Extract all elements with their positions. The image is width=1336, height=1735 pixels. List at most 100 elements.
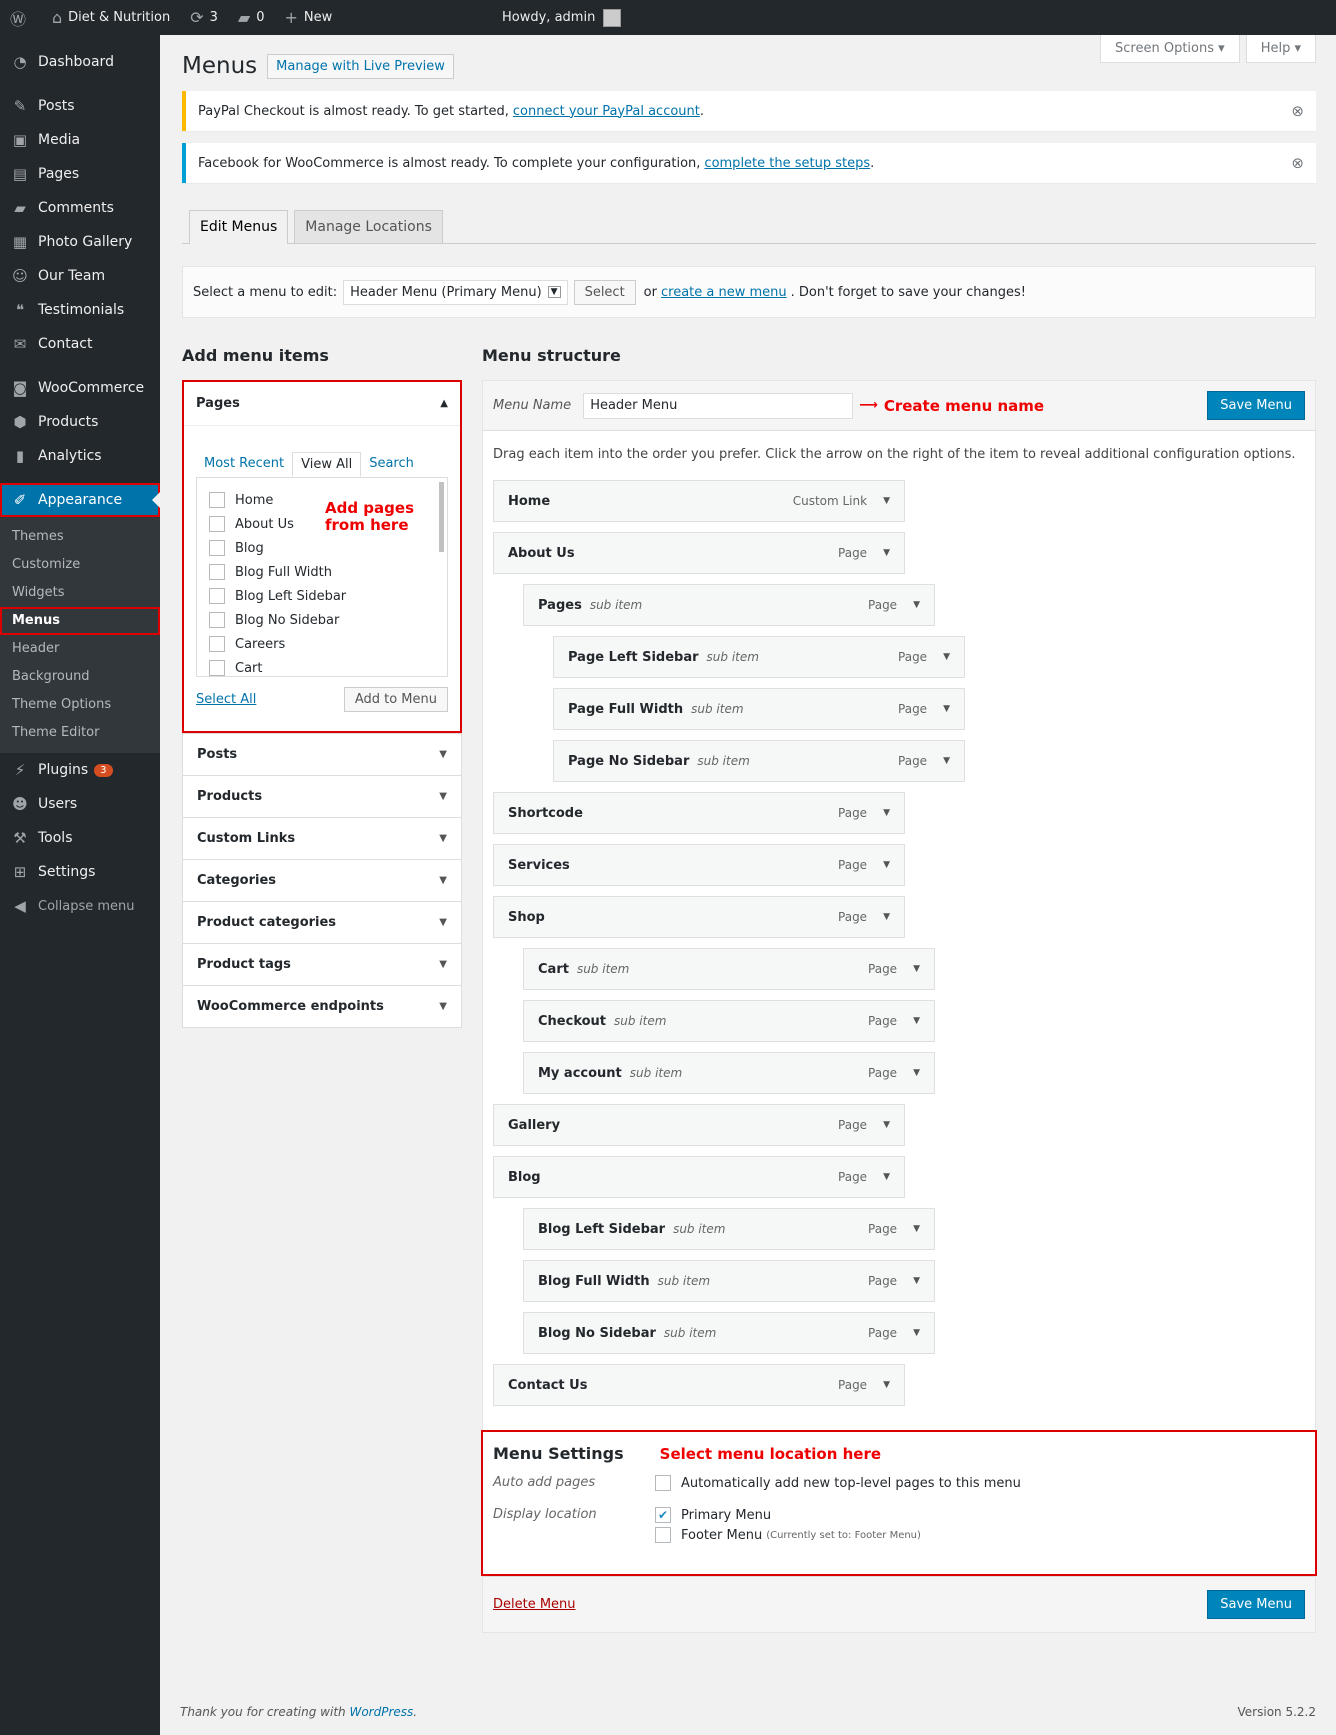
list-item[interactable]: Blog No Sidebar [209, 608, 435, 632]
sidebar-item-testimonials[interactable]: ❝ Testimonials [0, 293, 160, 327]
sidebar-item-posts[interactable]: ✎ Posts [0, 89, 160, 123]
caret-down-icon[interactable]: ▼ [913, 1224, 920, 1234]
menu-item[interactable]: Page Left Sidebar sub item Page ▼ [553, 636, 965, 678]
menu-item[interactable]: Contact Us Page ▼ [493, 1364, 905, 1406]
menu-item[interactable]: Shortcode Page ▼ [493, 792, 905, 834]
caret-down-icon[interactable]: ▼ [913, 964, 920, 974]
save-menu-button-bottom[interactable]: Save Menu [1207, 1590, 1305, 1619]
list-item[interactable]: Blog [209, 536, 435, 560]
dismiss-icon[interactable]: ⊗ [1291, 154, 1304, 172]
sidebar-item-analytics[interactable]: ▮ Analytics [0, 439, 160, 473]
checkbox[interactable] [209, 540, 225, 556]
save-menu-button[interactable]: Save Menu [1207, 391, 1305, 420]
create-menu-link[interactable]: create a new menu [661, 285, 787, 300]
tab-most-recent[interactable]: Most Recent [196, 452, 292, 477]
caret-down-icon[interactable]: ▼ [883, 1380, 890, 1390]
checkbox[interactable] [209, 588, 225, 604]
sidebar-item-comments[interactable]: ▰ Comments [0, 191, 160, 225]
caret-down-icon[interactable]: ▼ [883, 548, 890, 558]
add-to-menu-button[interactable]: Add to Menu [343, 687, 448, 712]
sidebar-item-woocommerce[interactable]: ◙ WooCommerce [0, 371, 160, 405]
pages-list[interactable]: Home About Us Blog Blog Full Width Blog … [196, 477, 448, 677]
caret-down-icon[interactable]: ▼ [883, 912, 890, 922]
dismiss-icon[interactable]: ⊗ [1291, 102, 1304, 120]
sidebar-item-products[interactable]: ⬢ Products [0, 405, 160, 439]
list-item[interactable]: Blog Full Width [209, 560, 435, 584]
menu-item[interactable]: About Us Page ▼ [493, 532, 905, 574]
live-preview-button[interactable]: Manage with Live Preview [267, 53, 454, 79]
sidebar-item-appearance[interactable]: ✐ Appearance [0, 483, 160, 517]
collapse-menu-button[interactable]: ◀ Collapse menu [0, 889, 160, 923]
sidebar-item-plugins[interactable]: ⚡ Plugins 3 [0, 753, 160, 787]
sidebar-item-media[interactable]: ▣ Media [0, 123, 160, 157]
screen-options-button[interactable]: Screen Options ▾ [1100, 35, 1240, 63]
accordion-posts[interactable]: Posts ▼ [182, 733, 462, 776]
caret-down-icon[interactable]: ▼ [883, 496, 890, 506]
menu-item[interactable]: Page Full Width sub item Page ▼ [553, 688, 965, 730]
wordpress-link[interactable]: WordPress [349, 1705, 413, 1719]
delete-menu-link[interactable]: Delete Menu [493, 1597, 576, 1612]
menu-item[interactable]: Shop Page ▼ [493, 896, 905, 938]
menu-item[interactable]: Cart sub item Page ▼ [523, 948, 935, 990]
paypal-connect-link[interactable]: connect your PayPal account [513, 104, 700, 119]
sidebar-item-contact[interactable]: ✉ Contact [0, 327, 160, 361]
accordion-custom-links[interactable]: Custom Links ▼ [182, 817, 462, 860]
checkbox[interactable] [209, 516, 225, 532]
checkbox[interactable] [209, 660, 225, 676]
tab-search[interactable]: Search [361, 452, 422, 477]
list-scrollbar[interactable] [439, 482, 444, 552]
sidebar-item-our-team[interactable]: ☺ Our Team [0, 259, 160, 293]
sidebar-item-photo-gallery[interactable]: ▦ Photo Gallery [0, 225, 160, 259]
checkbox[interactable] [209, 612, 225, 628]
caret-down-icon[interactable]: ▼ [913, 1328, 920, 1338]
accordion-product-categories[interactable]: Product categories ▼ [182, 901, 462, 944]
caret-down-icon[interactable]: ▼ [883, 808, 890, 818]
caret-down-icon[interactable]: ▼ [943, 704, 950, 714]
submenu-theme-options[interactable]: Theme Options [0, 691, 160, 719]
sidebar-item-users[interactable]: ☻ Users [0, 787, 160, 821]
accordion-categories[interactable]: Categories ▼ [182, 859, 462, 902]
caret-down-icon[interactable]: ▼ [883, 1172, 890, 1182]
caret-down-icon[interactable]: ▼ [883, 1120, 890, 1130]
menu-select[interactable]: Header Menu (Primary Menu) ▼ [343, 279, 568, 305]
menu-item[interactable]: Page No Sidebar sub item Page ▼ [553, 740, 965, 782]
menu-item[interactable]: My account sub item Page ▼ [523, 1052, 935, 1094]
menu-item[interactable]: Gallery Page ▼ [493, 1104, 905, 1146]
account-menu[interactable]: Howdy, admin [502, 8, 1336, 27]
sidebar-item-settings[interactable]: ⊞ Settings [0, 855, 160, 889]
submenu-menus[interactable]: Menus [0, 607, 160, 635]
caret-down-icon[interactable]: ▼ [913, 1276, 920, 1286]
caret-down-icon[interactable]: ▼ [883, 860, 890, 870]
auto-add-checkbox[interactable] [655, 1475, 671, 1491]
submenu-customize[interactable]: Customize [0, 551, 160, 579]
accordion-product-tags[interactable]: Product tags ▼ [182, 943, 462, 986]
submenu-widgets[interactable]: Widgets [0, 579, 160, 607]
list-item[interactable]: Careers [209, 632, 435, 656]
accordion-woocommerce-endpoints[interactable]: WooCommerce endpoints ▼ [182, 985, 462, 1028]
checkbox[interactable] [209, 636, 225, 652]
menu-item[interactable]: Blog Left Sidebar sub item Page ▼ [523, 1208, 935, 1250]
primary-menu-checkbox[interactable]: ✔ [655, 1507, 671, 1523]
accordion-products[interactable]: Products ▼ [182, 775, 462, 818]
submenu-themes[interactable]: Themes [0, 523, 160, 551]
comments-link[interactable]: ▰ 0 [228, 0, 275, 35]
caret-down-icon[interactable]: ▼ [913, 1016, 920, 1026]
submenu-theme-editor[interactable]: Theme Editor [0, 719, 160, 747]
updates-link[interactable]: ⟳ 3 [180, 0, 228, 35]
checkbox[interactable] [209, 564, 225, 580]
sidebar-item-tools[interactable]: ⚒ Tools [0, 821, 160, 855]
pages-panel-header[interactable]: Pages ▲ [184, 382, 460, 426]
select-all-link[interactable]: Select All [196, 692, 256, 707]
caret-down-icon[interactable]: ▼ [943, 652, 950, 662]
tab-edit-menus[interactable]: Edit Menus [189, 210, 289, 244]
menu-item[interactable]: Blog No Sidebar sub item Page ▼ [523, 1312, 935, 1354]
menu-item[interactable]: Blog Full Width sub item Page ▼ [523, 1260, 935, 1302]
tab-manage-locations[interactable]: Manage Locations [294, 210, 443, 243]
sidebar-item-pages[interactable]: ▤ Pages [0, 157, 160, 191]
menu-item[interactable]: Blog Page ▼ [493, 1156, 905, 1198]
caret-down-icon[interactable]: ▼ [913, 600, 920, 610]
wp-logo-button[interactable]: Ⓦ [0, 0, 42, 35]
sidebar-item-dashboard[interactable]: ◔ Dashboard [0, 45, 160, 79]
submenu-background[interactable]: Background [0, 663, 160, 691]
menu-item[interactable]: Home Custom Link ▼ [493, 480, 905, 522]
